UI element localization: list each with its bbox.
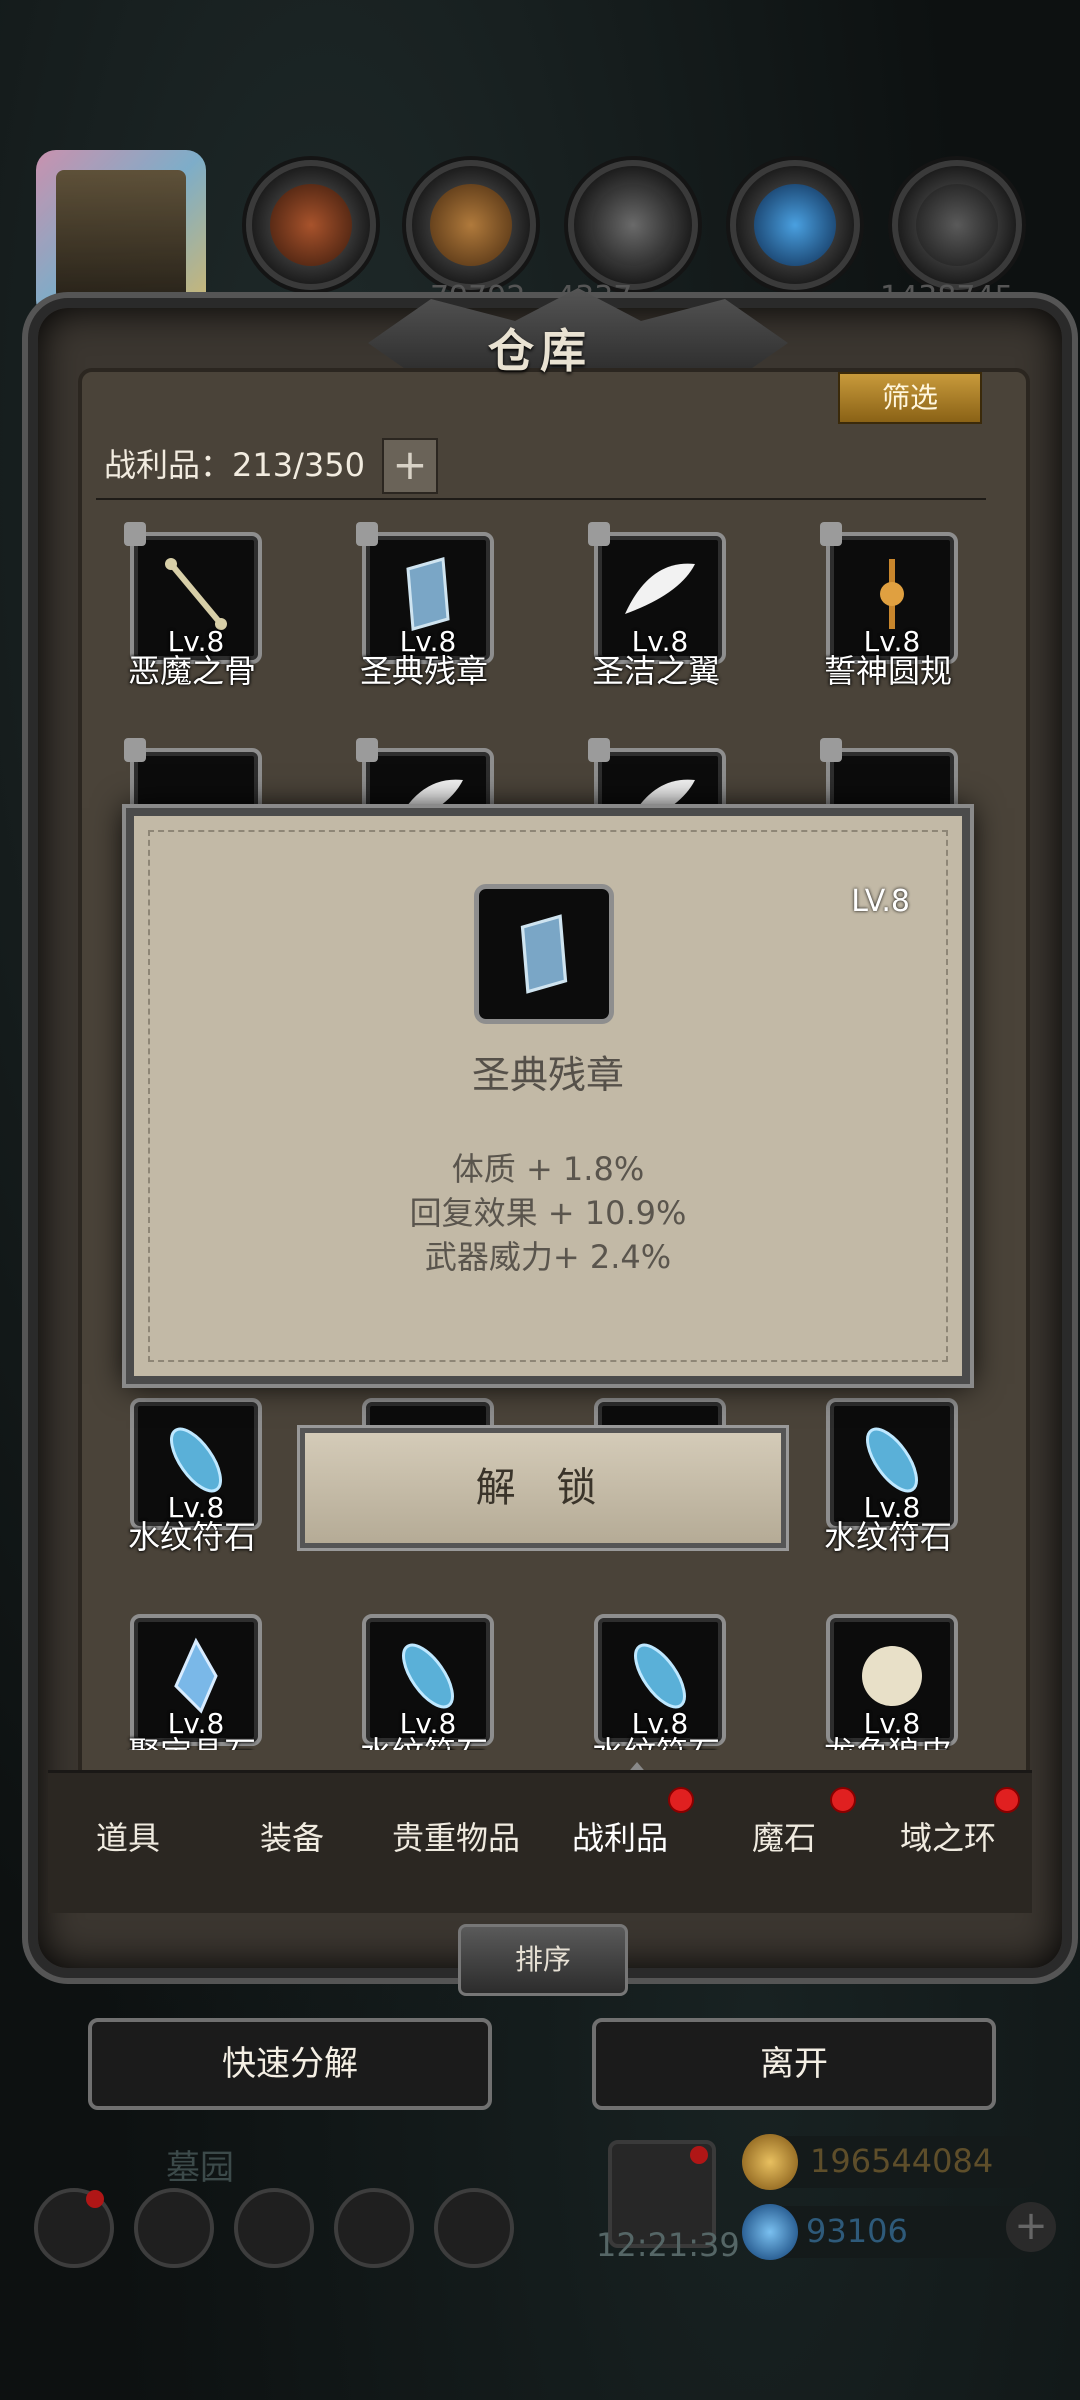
tab-domain-rings[interactable]: 域之环 bbox=[868, 1813, 1028, 1859]
expand-capacity-button[interactable]: + bbox=[382, 438, 438, 494]
grid-item[interactable]: Lv.8 bbox=[594, 1614, 726, 1746]
item-detail-popup: LV.8 圣典残章 体质 + 1.8% 回复效果 + 10.9% 武器威力+ 2… bbox=[126, 808, 970, 1384]
category-tabs: 道具 装备 贵重物品 战利品 魔石 域之环 bbox=[48, 1770, 1032, 1913]
map-icon[interactable] bbox=[234, 2188, 314, 2268]
lock-icon bbox=[820, 522, 842, 546]
notification-dot bbox=[830, 1787, 856, 1813]
achievement-icon[interactable] bbox=[134, 2188, 214, 2268]
grid-item[interactable]: Lv.8 bbox=[124, 522, 262, 664]
item-name: 水纹符石 bbox=[546, 1728, 766, 1750]
compass-icon bbox=[880, 559, 904, 629]
loot-capacity-text: 战利品：213/350 bbox=[104, 446, 365, 484]
add-currency-button[interactable]: + bbox=[1006, 2202, 1056, 2252]
plank-resource-icon bbox=[406, 160, 536, 290]
gold-coin-icon bbox=[742, 2134, 798, 2190]
popup-level: LV.8 bbox=[851, 884, 910, 919]
crystal-icon bbox=[174, 1637, 218, 1714]
grid-item[interactable]: Lv.8 bbox=[356, 522, 494, 664]
popup-stat: 体质 + 1.8% bbox=[451, 1150, 645, 1188]
notification-dot bbox=[86, 2190, 104, 2208]
notification-dot bbox=[994, 1787, 1020, 1813]
filter-button[interactable]: 筛选 bbox=[838, 372, 982, 424]
item-name: 水纹符石 bbox=[314, 1728, 534, 1750]
item-name: 恶魔之骨 bbox=[127, 652, 256, 690]
stone-resource-icon bbox=[568, 160, 698, 290]
item-name: 圣典残章 bbox=[359, 652, 488, 690]
wood-resource-icon bbox=[246, 160, 376, 290]
rune-stone-icon bbox=[866, 1427, 918, 1493]
metal-resource-icon bbox=[892, 160, 1022, 290]
popup-item-icon bbox=[474, 884, 614, 1024]
lock-icon bbox=[588, 522, 610, 546]
gold-value: 196544084 bbox=[810, 2142, 994, 2180]
tab-magic-stones[interactable]: 魔石 bbox=[704, 1813, 864, 1859]
page-title: 仓库 bbox=[488, 324, 592, 378]
item-name: 誓神圆规 bbox=[823, 652, 952, 690]
notification-dot bbox=[690, 2146, 708, 2164]
item-name: 水纹符石 bbox=[127, 1518, 256, 1556]
scroll-icon[interactable] bbox=[434, 2188, 514, 2268]
fur-pelt-icon bbox=[862, 1646, 922, 1706]
unlock-button[interactable]: 解 锁 bbox=[300, 1428, 786, 1548]
crystal-resource-icon bbox=[730, 160, 860, 290]
grid-item[interactable]: Lv.8 bbox=[826, 1614, 958, 1746]
rune-stone-icon bbox=[634, 1643, 686, 1709]
gem-icon bbox=[742, 2204, 798, 2260]
leave-button[interactable]: 离开 bbox=[592, 2018, 996, 2110]
lock-icon bbox=[356, 522, 378, 546]
rune-stone-icon bbox=[402, 1643, 454, 1709]
tome-icon bbox=[520, 914, 568, 994]
tab-items[interactable]: 道具 bbox=[48, 1813, 208, 1859]
grid-item[interactable]: Lv.8 bbox=[362, 1614, 494, 1746]
tome-icon bbox=[406, 557, 450, 631]
lock-icon bbox=[820, 738, 842, 762]
header-divider bbox=[96, 498, 986, 500]
wing-icon bbox=[625, 563, 695, 614]
popup-stat: 回复效果 + 10.9% bbox=[409, 1194, 687, 1232]
grid-item[interactable]: Lv.8 bbox=[130, 1398, 262, 1530]
bone-icon bbox=[165, 558, 227, 630]
resource-strip: 79792 4337 1438745 bbox=[0, 140, 1080, 320]
grid-item[interactable]: Lv.8 bbox=[820, 522, 958, 664]
mail-icon[interactable] bbox=[334, 2188, 414, 2268]
lock-icon bbox=[124, 522, 146, 546]
sort-button[interactable]: 排序 bbox=[458, 1924, 628, 1996]
tab-equipment[interactable]: 装备 bbox=[212, 1813, 372, 1859]
quick-decompose-button[interactable]: 快速分解 bbox=[88, 2018, 492, 2110]
tab-valuables[interactable]: 贵重物品 bbox=[376, 1813, 536, 1859]
grid-item[interactable]: Lv.8 bbox=[130, 1614, 262, 1746]
item-name: 圣洁之翼 bbox=[591, 652, 720, 690]
tab-loot[interactable]: 战利品 bbox=[540, 1813, 700, 1859]
lock-icon bbox=[588, 738, 610, 762]
popup-item-name: 圣典残章 bbox=[471, 1053, 624, 1097]
avatar-portrait bbox=[56, 170, 186, 300]
clock-text: 12:21:39 bbox=[596, 2226, 740, 2264]
location-label: 墓园 bbox=[166, 2148, 234, 2188]
notification-dot bbox=[668, 1787, 694, 1813]
player-avatar[interactable] bbox=[36, 150, 206, 320]
lock-icon bbox=[124, 738, 146, 762]
rune-stone-icon bbox=[170, 1427, 222, 1493]
grid-item[interactable]: Lv.8 bbox=[588, 522, 726, 664]
gem-value: 93106 bbox=[806, 2212, 908, 2250]
popup-stat: 武器威力+ 2.4% bbox=[424, 1238, 672, 1276]
lock-icon bbox=[356, 738, 378, 762]
item-name: 龙角狼皮 bbox=[778, 1728, 998, 1750]
item-name: 水纹符石 bbox=[823, 1518, 952, 1556]
grid-item[interactable]: Lv.8 bbox=[826, 1398, 958, 1530]
item-name: 聚宝晶石 bbox=[82, 1728, 302, 1750]
